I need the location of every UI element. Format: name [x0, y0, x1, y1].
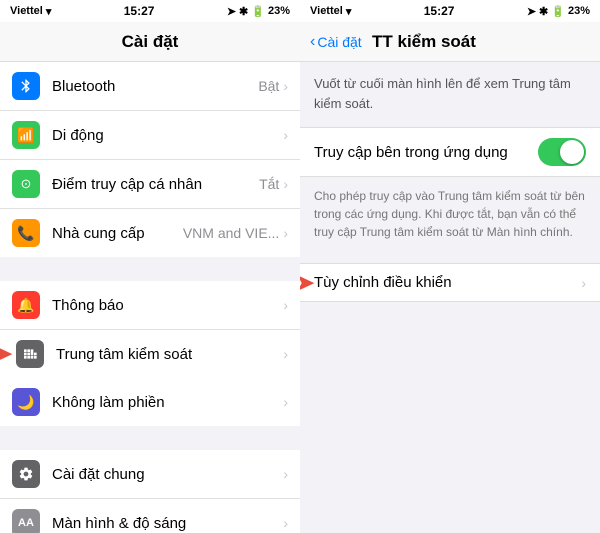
right-battery-icon: 🔋 — [551, 5, 565, 18]
customize-wrapper: ➤ Tùy chỉnh điều khiển › — [300, 263, 600, 302]
right-back-chevron: ‹ — [310, 33, 315, 51]
provider-item[interactable]: 📞 Nhà cung cấp VNM and VIE... › — [0, 209, 300, 257]
hotspot-icon: ⊙ — [12, 170, 40, 198]
toggle-knob — [560, 140, 584, 164]
bluetooth-value: Bật — [258, 78, 279, 94]
right-body: Vuốt từ cuối màn hình lên để xem Trung t… — [300, 62, 600, 533]
left-section-connectivity: Bluetooth Bật › 📶 Di động › ⊙ Điểm truy … — [0, 62, 300, 257]
hotspot-chevron: › — [283, 176, 288, 192]
display-label: Màn hình & độ sáng — [52, 515, 283, 532]
left-battery-icon: 🔋 — [251, 5, 265, 18]
hotspot-item[interactable]: ⊙ Điểm truy cập cá nhân Tắt › — [0, 160, 300, 209]
notifications-chevron: › — [283, 297, 288, 313]
left-settings-list: Bluetooth Bật › 📶 Di động › ⊙ Điểm truy … — [0, 62, 300, 533]
general-chevron: › — [283, 466, 288, 482]
provider-chevron: › — [283, 225, 288, 241]
right-location-icon: ➤ — [527, 5, 536, 18]
toggle-row[interactable]: Truy cập bên trong ứng dụng — [300, 127, 600, 177]
dnd-icon: 🌙 — [12, 388, 40, 416]
control-center-label: Trung tâm kiểm soát — [56, 346, 283, 363]
right-wifi-icon: ▾ — [346, 5, 352, 18]
left-location-icon: ➤ — [227, 5, 236, 18]
bluetooth-chevron: › — [283, 78, 288, 94]
mobile-label: Di động — [52, 127, 283, 144]
right-time: 15:27 — [424, 4, 455, 18]
left-nav-title: Cài đặt — [122, 32, 179, 52]
right-phone-panel: Viettel ▾ 15:27 ➤ ✱ 🔋 23% ‹ Cài đặt TT k… — [300, 0, 600, 533]
right-nav-bar: ‹ Cài đặt TT kiểm soát — [300, 22, 600, 62]
bluetooth-icon — [12, 72, 40, 100]
left-carrier: Viettel — [10, 5, 43, 17]
left-section-general: Cài đặt chung › AA Màn hình & độ sáng › — [0, 450, 300, 533]
notifications-item[interactable]: 🔔 Thông báo › — [0, 281, 300, 330]
general-label: Cài đặt chung — [52, 466, 283, 483]
control-center-icon — [16, 340, 44, 368]
left-nav-bar: Cài đặt — [0, 22, 300, 62]
control-center-wrapper: ➤ Trung tâm kiểm soát › — [0, 330, 300, 378]
mobile-icon: 📶 — [12, 121, 40, 149]
toggle-wrapper: Truy cập bên trong ứng dụng — [300, 127, 600, 177]
general-item[interactable]: Cài đặt chung › — [0, 450, 300, 499]
general-icon — [12, 460, 40, 488]
left-section-system: 🔔 Thông báo › ➤ Trung tâm kiểm soát › — [0, 281, 300, 426]
display-item[interactable]: AA Màn hình & độ sáng › — [0, 499, 300, 533]
right-red-arrow: ➤ — [300, 270, 314, 296]
left-bluetooth-status-icon: ✱ — [239, 5, 248, 18]
left-phone-panel: Viettel ▾ 15:27 ➤ ✱ 🔋 23% Cài đặt Blueto — [0, 0, 300, 533]
customize-label: Tùy chỉnh điều khiển — [314, 274, 581, 291]
mobile-chevron: › — [283, 127, 288, 143]
right-nav-title: TT kiểm soát — [372, 32, 476, 52]
right-bluetooth-icon: ✱ — [539, 5, 548, 18]
provider-value: VNM and VIE... — [183, 225, 279, 241]
bluetooth-item[interactable]: Bluetooth Bật › — [0, 62, 300, 111]
right-status-bar: Viettel ▾ 15:27 ➤ ✱ 🔋 23% — [300, 0, 600, 22]
customize-chevron: › — [581, 275, 586, 291]
notifications-label: Thông báo — [52, 297, 283, 314]
right-carrier: Viettel — [310, 5, 343, 17]
provider-label: Nhà cung cấp — [52, 225, 183, 242]
left-battery-pct: 23% — [268, 5, 290, 17]
display-chevron: › — [283, 515, 288, 531]
dnd-label: Không làm phiền — [52, 394, 283, 411]
right-status-right: ➤ ✱ 🔋 23% — [527, 5, 590, 18]
control-center-chevron: › — [283, 346, 288, 362]
right-battery-pct: 23% — [568, 5, 590, 17]
right-nav-back-button[interactable]: ‹ Cài đặt — [310, 33, 362, 51]
description-section: Cho phép truy cập vào Trung tâm kiểm soá… — [300, 177, 600, 255]
mobile-item[interactable]: 📶 Di động › — [0, 111, 300, 160]
left-status-bar: Viettel ▾ 15:27 ➤ ✱ 🔋 23% — [0, 0, 300, 22]
left-red-arrow: ➤ — [0, 341, 12, 367]
toggle-label: Truy cập bên trong ứng dụng — [314, 144, 538, 161]
description-text: Cho phép truy cập vào Trung tâm kiểm soá… — [314, 187, 586, 241]
dnd-chevron: › — [283, 394, 288, 410]
left-time: 15:27 — [124, 4, 155, 18]
left-wifi-icon: ▾ — [46, 5, 52, 18]
intro-text: Vuốt từ cuối màn hình lên để xem Trung t… — [314, 74, 586, 113]
customize-item[interactable]: Tùy chỉnh điều khiển › — [300, 263, 600, 302]
hotspot-label: Điểm truy cập cá nhân — [52, 176, 259, 193]
display-icon: AA — [12, 509, 40, 533]
intro-section: Vuốt từ cuối màn hình lên để xem Trung t… — [300, 62, 600, 113]
dnd-item[interactable]: 🌙 Không làm phiền › — [0, 378, 300, 426]
notifications-icon: 🔔 — [12, 291, 40, 319]
hotspot-value: Tắt — [259, 176, 279, 192]
control-center-item[interactable]: Trung tâm kiểm soát › — [0, 330, 300, 378]
bluetooth-label: Bluetooth — [52, 78, 258, 95]
provider-icon: 📞 — [12, 219, 40, 247]
left-status-right: ➤ ✱ 🔋 23% — [227, 5, 290, 18]
left-status-left: Viettel ▾ — [10, 5, 51, 18]
right-nav-back-label: Cài đặt — [317, 34, 361, 50]
right-status-left: Viettel ▾ — [310, 5, 351, 18]
toggle-switch[interactable] — [538, 138, 586, 166]
